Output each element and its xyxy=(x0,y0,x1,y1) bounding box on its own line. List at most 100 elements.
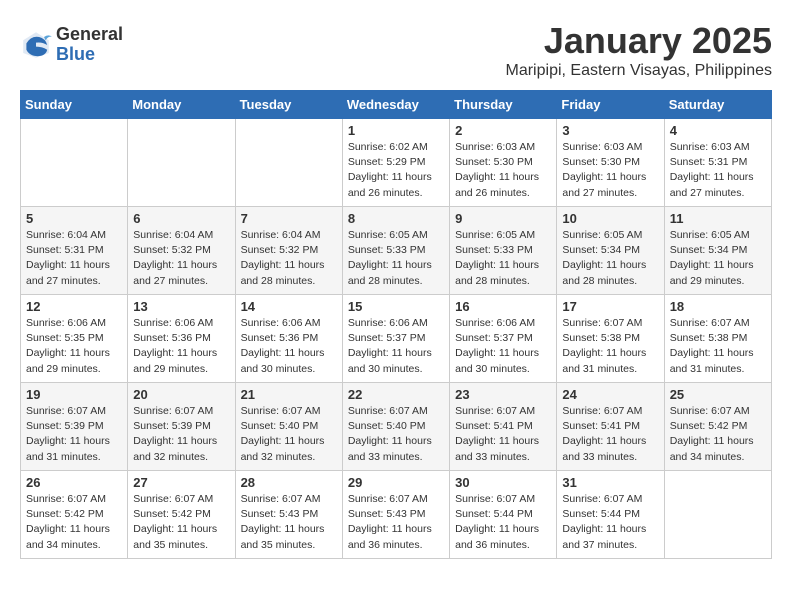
logo-icon xyxy=(20,29,52,61)
calendar-cell: 24Sunrise: 6:07 AM Sunset: 5:41 PM Dayli… xyxy=(557,383,664,471)
logo-blue-text: Blue xyxy=(56,45,123,65)
calendar-cell: 5Sunrise: 6:04 AM Sunset: 5:31 PM Daylig… xyxy=(21,207,128,295)
calendar-subtitle: Maripipi, Eastern Visayas, Philippines xyxy=(506,62,773,80)
day-number: 31 xyxy=(562,475,658,490)
calendar-cell: 31Sunrise: 6:07 AM Sunset: 5:44 PM Dayli… xyxy=(557,471,664,559)
calendar-cell: 12 Sunrise: 6:06 AM Sunset: 5:35 PM Dayli… xyxy=(21,295,128,383)
page-header: General Blue January 2025 Maripipi, East… xyxy=(20,20,772,80)
day-number: 6 xyxy=(133,211,229,226)
calendar-cell xyxy=(21,119,128,207)
day-info: Sunrise: 6:07 AM Sunset: 5:43 PM Dayligh… xyxy=(241,492,337,553)
calendar-cell: 21Sunrise: 6:07 AM Sunset: 5:40 PM Dayli… xyxy=(235,383,342,471)
header-friday: Friday xyxy=(557,91,664,119)
day-info: Sunrise: 6:06 AM Sunset: 5:37 PM Dayligh… xyxy=(348,316,444,377)
day-info: Sunrise: 6:07 AM Sunset: 5:38 PM Dayligh… xyxy=(670,316,766,377)
logo-text: General Blue xyxy=(56,25,123,65)
header-sunday: Sunday xyxy=(21,91,128,119)
calendar-cell: 3Sunrise: 6:03 AM Sunset: 5:30 PM Daylig… xyxy=(557,119,664,207)
calendar-cell: 1 Sunrise: 6:02 AM Sunset: 5:29 PM Daylig… xyxy=(342,119,449,207)
calendar-cell: 7 Sunrise: 6:04 AM Sunset: 5:32 PM Daylig… xyxy=(235,207,342,295)
day-info: Sunrise: 6:07 AM Sunset: 5:39 PM Dayligh… xyxy=(133,404,229,465)
calendar-cell: 18 Sunrise: 6:07 AM Sunset: 5:38 PM Dayli… xyxy=(664,295,771,383)
calendar-cell: 30 Sunrise: 6:07 AM Sunset: 5:44 PM Dayli… xyxy=(450,471,557,559)
day-number: 25 xyxy=(670,387,766,402)
calendar-cell: 27 Sunrise: 6:07 AM Sunset: 5:42 PM Dayli… xyxy=(128,471,235,559)
day-info: Sunrise: 6:07 AM Sunset: 5:41 PM Dayligh… xyxy=(455,404,551,465)
calendar-cell xyxy=(235,119,342,207)
day-info: Sunrise: 6:04 AM Sunset: 5:31 PM Dayligh… xyxy=(26,228,122,289)
calendar-cell: 8Sunrise: 6:05 AM Sunset: 5:33 PM Daylig… xyxy=(342,207,449,295)
day-info: Sunrise: 6:07 AM Sunset: 5:39 PM Dayligh… xyxy=(26,404,122,465)
day-info: Sunrise: 6:07 AM Sunset: 5:44 PM Dayligh… xyxy=(455,492,551,553)
day-number: 14 xyxy=(241,299,337,314)
day-info: Sunrise: 6:07 AM Sunset: 5:38 PM Dayligh… xyxy=(562,316,658,377)
day-number: 16 xyxy=(455,299,551,314)
day-number: 9 xyxy=(455,211,551,226)
calendar-table: SundayMondayTuesdayWednesdayThursdayFrid… xyxy=(20,90,772,559)
day-number: 2 xyxy=(455,123,551,138)
day-number: 19 xyxy=(26,387,122,402)
day-number: 1 xyxy=(348,123,444,138)
week-row-2: 5Sunrise: 6:04 AM Sunset: 5:31 PM Daylig… xyxy=(21,207,772,295)
day-number: 18 xyxy=(670,299,766,314)
day-info: Sunrise: 6:03 AM Sunset: 5:30 PM Dayligh… xyxy=(455,140,551,201)
logo-general-text: General xyxy=(56,25,123,45)
day-number: 29 xyxy=(348,475,444,490)
day-info: Sunrise: 6:04 AM Sunset: 5:32 PM Dayligh… xyxy=(133,228,229,289)
day-info: Sunrise: 6:05 AM Sunset: 5:34 PM Dayligh… xyxy=(562,228,658,289)
day-info: Sunrise: 6:07 AM Sunset: 5:42 PM Dayligh… xyxy=(670,404,766,465)
header-monday: Monday xyxy=(128,91,235,119)
day-number: 15 xyxy=(348,299,444,314)
calendar-cell: 11 Sunrise: 6:05 AM Sunset: 5:34 PM Dayli… xyxy=(664,207,771,295)
day-info: Sunrise: 6:06 AM Sunset: 5:36 PM Dayligh… xyxy=(241,316,337,377)
calendar-title: January 2025 xyxy=(506,20,773,62)
calendar-cell: 16 Sunrise: 6:06 AM Sunset: 5:37 PM Dayli… xyxy=(450,295,557,383)
calendar-cell: 15 Sunrise: 6:06 AM Sunset: 5:37 PM Dayli… xyxy=(342,295,449,383)
day-info: Sunrise: 6:05 AM Sunset: 5:33 PM Dayligh… xyxy=(455,228,551,289)
calendar-cell: 26Sunrise: 6:07 AM Sunset: 5:42 PM Dayli… xyxy=(21,471,128,559)
calendar-cell: 9 Sunrise: 6:05 AM Sunset: 5:33 PM Daylig… xyxy=(450,207,557,295)
day-info: Sunrise: 6:04 AM Sunset: 5:32 PM Dayligh… xyxy=(241,228,337,289)
day-info: Sunrise: 6:07 AM Sunset: 5:42 PM Dayligh… xyxy=(133,492,229,553)
day-info: Sunrise: 6:06 AM Sunset: 5:35 PM Dayligh… xyxy=(26,316,122,377)
calendar-cell: 2 Sunrise: 6:03 AM Sunset: 5:30 PM Daylig… xyxy=(450,119,557,207)
calendar-cell: 6 Sunrise: 6:04 AM Sunset: 5:32 PM Daylig… xyxy=(128,207,235,295)
day-info: Sunrise: 6:05 AM Sunset: 5:34 PM Dayligh… xyxy=(670,228,766,289)
day-number: 12 xyxy=(26,299,122,314)
day-number: 30 xyxy=(455,475,551,490)
week-row-1: 1 Sunrise: 6:02 AM Sunset: 5:29 PM Daylig… xyxy=(21,119,772,207)
calendar-cell: 22 Sunrise: 6:07 AM Sunset: 5:40 PM Dayli… xyxy=(342,383,449,471)
day-number: 27 xyxy=(133,475,229,490)
header-row: SundayMondayTuesdayWednesdayThursdayFrid… xyxy=(21,91,772,119)
calendar-cell: 20Sunrise: 6:07 AM Sunset: 5:39 PM Dayli… xyxy=(128,383,235,471)
day-number: 3 xyxy=(562,123,658,138)
day-number: 10 xyxy=(562,211,658,226)
day-number: 4 xyxy=(670,123,766,138)
calendar-cell: 10 Sunrise: 6:05 AM Sunset: 5:34 PM Dayli… xyxy=(557,207,664,295)
calendar-cell: 17 Sunrise: 6:07 AM Sunset: 5:38 PM Dayli… xyxy=(557,295,664,383)
day-info: Sunrise: 6:06 AM Sunset: 5:37 PM Dayligh… xyxy=(455,316,551,377)
day-number: 24 xyxy=(562,387,658,402)
calendar-cell: 23Sunrise: 6:07 AM Sunset: 5:41 PM Dayli… xyxy=(450,383,557,471)
day-number: 7 xyxy=(241,211,337,226)
header-tuesday: Tuesday xyxy=(235,91,342,119)
day-number: 28 xyxy=(241,475,337,490)
day-number: 11 xyxy=(670,211,766,226)
day-info: Sunrise: 6:02 AM Sunset: 5:29 PM Dayligh… xyxy=(348,140,444,201)
day-number: 22 xyxy=(348,387,444,402)
header-thursday: Thursday xyxy=(450,91,557,119)
calendar-cell: 19 Sunrise: 6:07 AM Sunset: 5:39 PM Dayli… xyxy=(21,383,128,471)
calendar-cell: 29 Sunrise: 6:07 AM Sunset: 5:43 PM Dayli… xyxy=(342,471,449,559)
calendar-cell: 28 Sunrise: 6:07 AM Sunset: 5:43 PM Dayli… xyxy=(235,471,342,559)
calendar-cell: 13Sunrise: 6:06 AM Sunset: 5:36 PM Dayli… xyxy=(128,295,235,383)
week-row-5: 26 Sunrise: 6:07 AM Sunset: 5:42 PM Dayli… xyxy=(21,471,772,559)
day-info: Sunrise: 6:07 AM Sunset: 5:43 PM Dayligh… xyxy=(348,492,444,553)
day-number: 26 xyxy=(26,475,122,490)
day-number: 17 xyxy=(562,299,658,314)
day-info: Sunrise: 6:06 AM Sunset: 5:36 PM Dayligh… xyxy=(133,316,229,377)
calendar-cell xyxy=(664,471,771,559)
calendar-cell: 25 Sunrise: 6:07 AM Sunset: 5:42 PM Dayli… xyxy=(664,383,771,471)
day-info: Sunrise: 6:07 AM Sunset: 5:40 PM Dayligh… xyxy=(241,404,337,465)
title-block: January 2025 Maripipi, Eastern Visayas, … xyxy=(506,20,773,80)
day-info: Sunrise: 6:07 AM Sunset: 5:40 PM Dayligh… xyxy=(348,404,444,465)
